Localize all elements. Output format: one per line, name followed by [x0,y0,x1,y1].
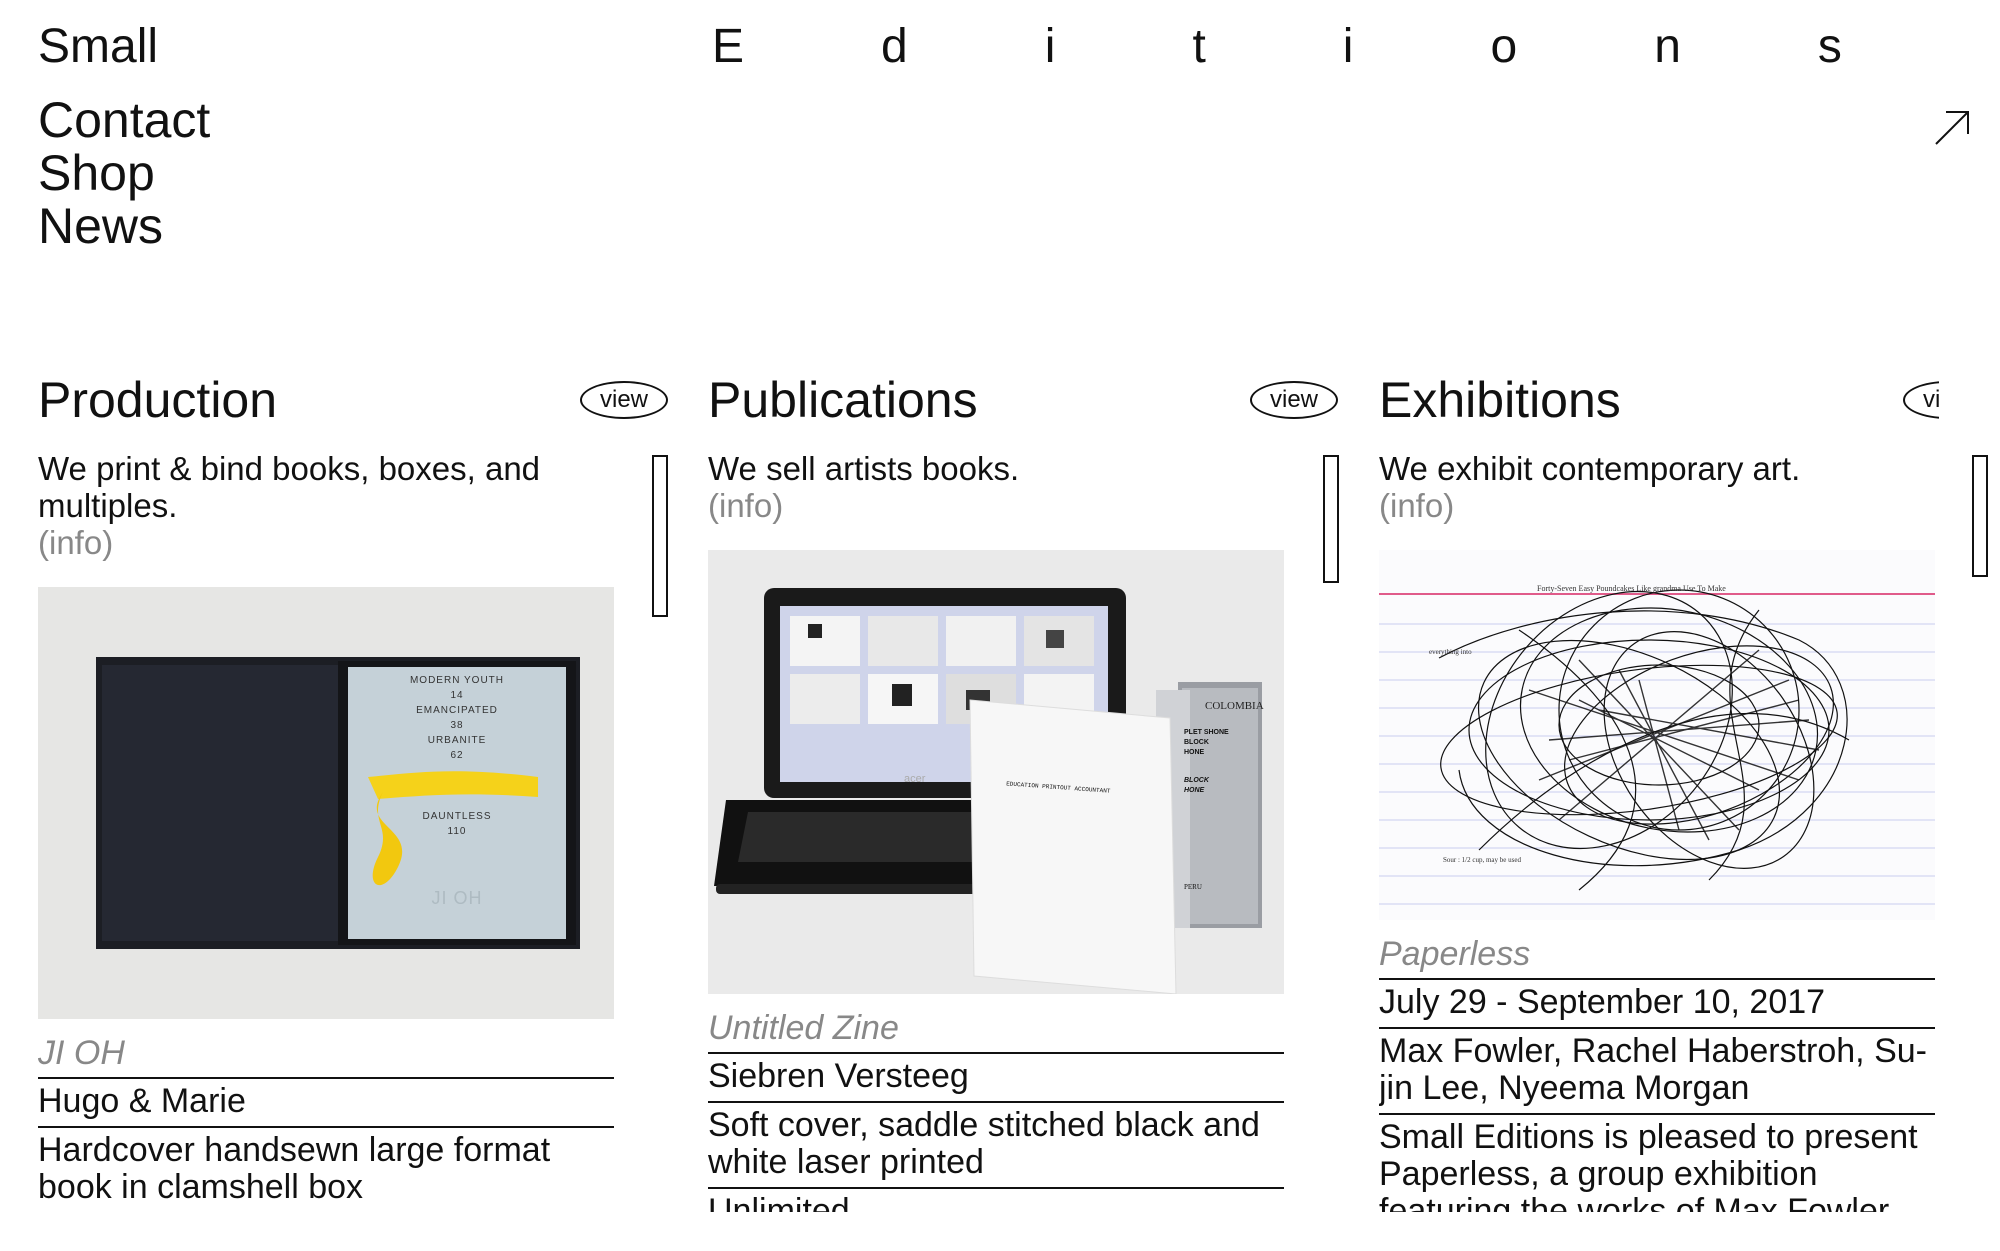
book-cover-text: MODERN YOUTH 14 EMANCIPATED 38 URBANITE … [409,675,505,908]
main-nav: Contact Shop News [38,94,210,253]
nav-item-contact[interactable]: Contact [38,94,210,147]
nav-item-shop[interactable]: Shop [38,147,210,200]
arrow-up-right-icon[interactable] [1932,108,1972,148]
exhibitions-header: Exhibitions view [1379,372,1939,428]
editions-letter: E [712,20,745,73]
publications-header: Publications view [708,372,1338,428]
exhibitions-description: We exhibit contemporary art. [1379,450,1801,487]
publications-view-button[interactable]: view [1249,381,1338,419]
publications-description: We sell artists books. [708,450,1020,487]
production-item-spec: Hardcover handsewn large format book in … [38,1128,614,1212]
editions-letter: d [881,20,908,73]
production-info-link[interactable]: (info) [38,524,668,561]
production-title: Production [38,372,278,428]
exhibitions-view-button[interactable]: view [1902,381,1939,419]
publications-info-link[interactable]: (info) [708,487,1338,524]
publications-item-edition: Unlimited [708,1189,1284,1213]
exhibitions-item-text: Small Editions is pleased to present Pap… [1379,1115,1935,1213]
nav-item-news[interactable]: News [38,200,210,253]
exhibitions-info-link[interactable]: (info) [1379,487,1939,524]
production-item-artist: Hugo & Marie [38,1079,614,1128]
publications-image[interactable]: EDUCATION PRINTOUT ACCOUNTANT COLOMBIA P… [708,550,1284,994]
production-scrollbar[interactable] [652,455,668,617]
editions-letter: n [1654,20,1681,73]
brand-small[interactable]: Small [38,18,158,76]
editions-letter: i [1044,20,1056,73]
editions-letter: t [1192,20,1206,73]
scribble-drawing [1379,589,1935,905]
editions-letter: s [1817,20,1842,73]
publications-column: Publications view We sell artists books.… [708,372,1338,1212]
production-view-button[interactable]: view [579,381,668,419]
colombia-title: COLOMBIA [1205,700,1264,712]
production-column: Production view We print & bind books, b… [38,372,668,1212]
scribble-left-text: everything into [1429,648,1472,656]
exhibitions-item-artists: Max Fowler, Rachel Haberstroh, Su-jin Le… [1379,1029,1935,1115]
publications-item-spec: Soft cover, saddle stitched black and wh… [708,1103,1284,1189]
exhibitions-title: Exhibitions [1379,372,1621,428]
back-book-text: PLET SHONE BLOCK HONE BLOCK HONE PERU [1184,729,1229,891]
editions-letter: i [1342,20,1354,73]
exhibitions-item-dates: July 29 - September 10, 2017 [1379,980,1935,1029]
scribble-heading: Forty-Seven Easy Poundcakes Like grandma… [1537,584,1726,593]
production-description: We print & bind books, boxes, and multip… [38,450,541,524]
exhibitions-item-title[interactable]: Paperless [1379,934,1935,980]
exhibitions-scrollbar[interactable] [1972,455,1988,577]
publications-item-title[interactable]: Untitled Zine [708,1008,1284,1054]
editions-letter: o [1490,20,1518,73]
production-header: Production view [38,372,668,428]
brand-editions: E d i t i o n s [712,18,1842,76]
laptop-brand: acer [904,773,926,785]
exhibitions-image[interactable]: Forty-Seven Easy Poundcakes Like grandma… [1379,550,1935,920]
publications-scrollbar[interactable] [1323,455,1339,583]
exhibitions-column: Exhibitions view We exhibit contemporary… [1379,372,1939,1212]
production-image[interactable]: MODERN YOUTH 14 EMANCIPATED 38 URBANITE … [38,587,614,1019]
publications-item-artist: Siebren Versteeg [708,1054,1284,1103]
scribble-sour-text: Sour : 1/2 cup, may be used [1443,856,1521,864]
publications-title: Publications [708,372,978,428]
production-item-title[interactable]: JI OH [38,1033,614,1079]
